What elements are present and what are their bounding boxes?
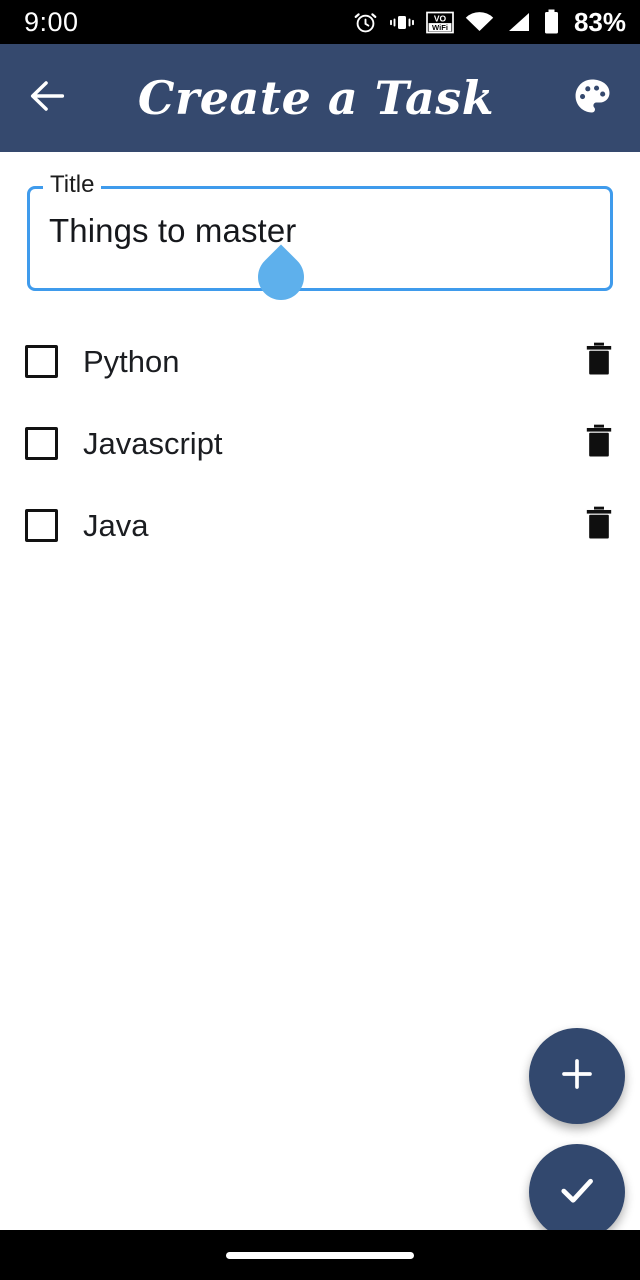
home-gesture-pill[interactable] (226, 1251, 414, 1259)
wifi-icon (465, 10, 494, 35)
trash-icon (582, 341, 616, 382)
list-item[interactable]: Java (0, 484, 640, 566)
system-navigation-bar (0, 1230, 640, 1280)
status-icon-group: VO WiFi 83% (353, 9, 626, 35)
title-field-label: Title (50, 171, 95, 198)
vibrate-icon (389, 10, 415, 35)
alarm-icon (353, 10, 378, 35)
save-task-fab[interactable] (529, 1144, 625, 1240)
delete-button[interactable] (582, 423, 616, 464)
svg-text:VO: VO (434, 13, 447, 23)
checkbox-icon[interactable] (25, 508, 58, 542)
delete-button[interactable] (582, 505, 616, 546)
status-time: 9:00 (24, 6, 79, 37)
list-item-label: Python (83, 343, 180, 379)
phone-screen: 9:00 VO WiFi 83% Create a Task Title Thi… (0, 0, 640, 1280)
trash-icon (582, 505, 616, 546)
subtask-list: Python Javascript Java (0, 320, 640, 566)
list-item-label: Java (83, 507, 149, 543)
battery-icon (543, 9, 560, 35)
page-title: Create a Task (137, 71, 495, 125)
title-field[interactable]: Title Things to master (27, 172, 613, 291)
status-bar: 9:00 VO WiFi 83% (0, 0, 640, 44)
list-item[interactable]: Javascript (0, 402, 640, 484)
battery-percent: 83% (573, 7, 626, 37)
title-field-notch: Title (43, 171, 102, 198)
back-arrow-icon (25, 73, 71, 124)
add-subtask-fab[interactable] (529, 1028, 625, 1124)
trash-icon (582, 423, 616, 464)
signal-icon (505, 10, 532, 35)
plus-icon (557, 1054, 597, 1099)
vowifi-icon: VO WiFi (426, 10, 454, 35)
title-input[interactable]: Things to master (49, 212, 296, 250)
delete-button[interactable] (582, 341, 616, 382)
svg-text:WiFi: WiFi (432, 23, 448, 32)
back-button[interactable] (0, 73, 96, 124)
palette-icon (571, 75, 613, 122)
check-icon (555, 1168, 599, 1217)
theme-palette-button[interactable] (544, 75, 640, 122)
checkbox-icon[interactable] (25, 344, 58, 378)
list-item-label: Javascript (83, 425, 223, 461)
list-item[interactable]: Python (0, 320, 640, 402)
checkbox-icon[interactable] (25, 426, 58, 460)
app-bar: Create a Task (0, 44, 640, 152)
